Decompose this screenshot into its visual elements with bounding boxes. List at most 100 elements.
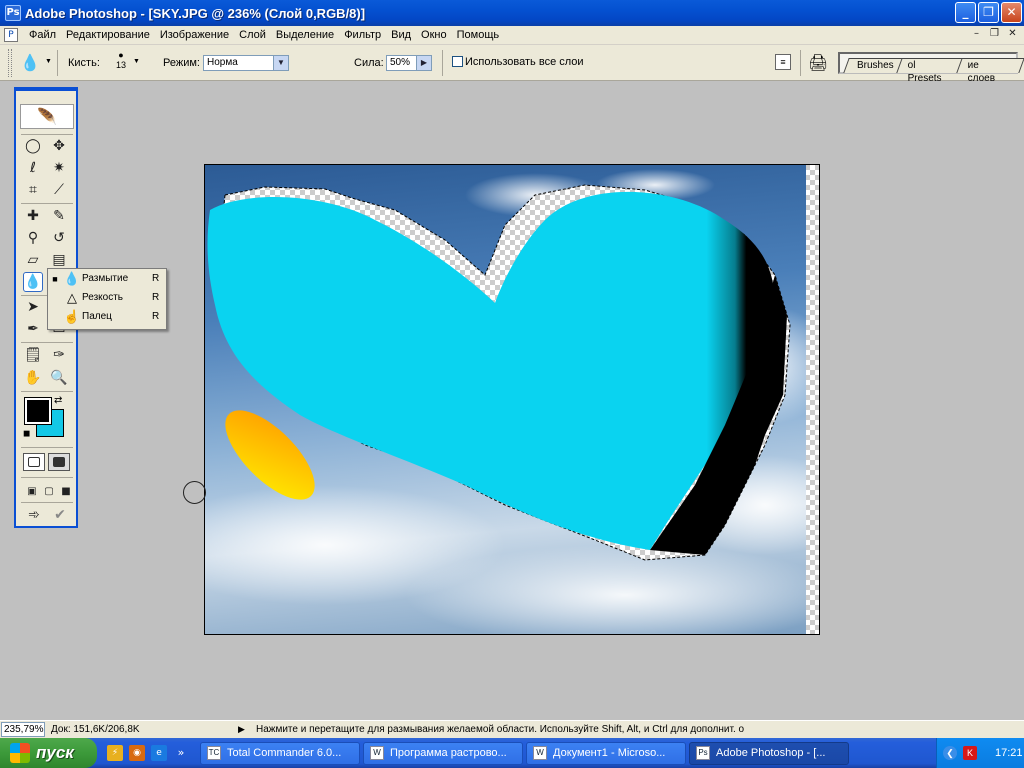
menu-window[interactable]: Окно [416,29,452,41]
task-word-raster[interactable]: W Программа растрово... [363,741,523,765]
gradient-tool-icon[interactable]: ▤ [49,250,69,270]
status-bar: 235,79% Док: 151,6K/206,8K ▶ Нажмите и п… [0,720,1024,738]
flyout-shortcut: R [152,273,160,284]
eyedropper-icon[interactable]: ✑ [49,345,69,365]
slice-tool-icon[interactable]: ⟋ [49,180,69,200]
task-photoshop[interactable]: Ps Adobe Photoshop - [... [689,741,849,765]
chevron-down-icon[interactable]: ▼ [273,56,288,70]
quick-mask-button[interactable] [48,453,70,471]
chevron-right-icon[interactable]: ▶ [416,56,431,70]
brush-preview[interactable]: ● 13 [112,50,130,76]
media-player-icon[interactable]: ◉ [129,745,145,761]
swap-colors-icon[interactable]: ⇄ [54,395,62,406]
strength-label: Сила: [354,57,384,69]
menu-image[interactable]: Изображение [155,29,234,41]
brush-tool-icon[interactable]: ✎ [49,206,69,226]
printer-icon[interactable]: 🖨 [808,53,828,73]
doc-restore-button[interactable]: ❐ [987,28,1002,41]
grip-handle[interactable] [8,49,12,77]
task-word-document1[interactable]: W Документ1 - Microso... [526,741,686,765]
start-button[interactable]: пуск [0,738,97,768]
clock[interactable]: 17:21 [995,747,1023,759]
palette-tab-layer-comps[interactable]: ие слоев [956,57,1024,84]
menu-filter[interactable]: Фильтр [339,29,386,41]
system-tray: ❮ K 17:21 [936,738,1024,768]
foreground-color-swatch[interactable] [24,397,52,425]
screen-mode-full-icon[interactable]: ■ [56,481,76,501]
flyout-shortcut: R [152,311,160,322]
menu-edit[interactable]: Редактирование [61,29,155,41]
menu-bar: P Файл Редактирование Изображение Слой В… [0,26,1024,45]
history-brush-icon[interactable]: ↺ [49,228,69,248]
flyout-item-blur[interactable]: ■ 💧 Размытие R [48,269,166,288]
brush-chevron-icon[interactable]: ▼ [133,58,140,65]
separator [21,134,73,135]
photoshop-feather-icon: Ps [696,746,710,760]
flyout-shortcut: R [152,292,160,303]
edit-in-imageready-icon[interactable]: ✔ [50,505,70,525]
all-layers-checkbox[interactable] [452,56,463,67]
mode-select[interactable]: Норма ▼ [203,55,289,71]
internet-explorer-icon[interactable]: e [151,745,167,761]
window-controls: _ ❐ ✕ [955,2,1022,23]
status-arrow-icon[interactable]: ▶ [238,724,245,735]
magic-wand-icon[interactable]: ✷ [49,158,69,178]
blur-tool-icon[interactable]: 💧 [23,272,43,292]
menu-help[interactable]: Помощь [452,29,505,41]
flyout-item-smudge[interactable]: ☝ Палец R [48,307,166,326]
feather-logo-icon[interactable]: 🪶 [20,104,74,129]
task-total-commander[interactable]: TC Total Commander 6.0... [200,741,360,765]
default-colors-icon[interactable]: ◼ [23,429,30,439]
hand-tool-icon[interactable]: ✋ [23,368,43,388]
task-label: Total Commander 6.0... [227,747,342,759]
zoom-field[interactable]: 235,79% [1,722,45,737]
jump-to-imageready-icon[interactable]: ➾ [24,505,44,525]
doc-size[interactable]: Док: 151,6K/206,8K [51,724,140,735]
document-canvas[interactable] [204,164,820,635]
all-layers-label: Использовать все слои [465,56,584,68]
doc-close-button[interactable]: ✕ [1005,28,1020,41]
blur-drop-icon[interactable]: 💧 [20,53,40,73]
document-icon[interactable]: P [4,28,18,42]
strength-field[interactable]: 50% ▶ [386,55,432,71]
menu-file[interactable]: Файл [24,29,61,41]
eraser-tool-icon[interactable]: ▱ [23,250,43,270]
notes-tool-icon[interactable]: 🗒 [23,345,43,365]
menu-layer[interactable]: Слой [234,29,271,41]
tray-expand-icon[interactable]: ❮ [943,746,957,760]
mode-label: Режим: [163,57,200,69]
path-select-icon[interactable]: ➤ [23,297,43,317]
minimize-button[interactable]: _ [955,2,976,23]
tool-preset-chevron-icon[interactable]: ▼ [45,58,52,65]
menu-view[interactable]: Вид [386,29,416,41]
lasso-tool-icon[interactable]: ℓ [23,158,43,178]
maximize-button[interactable]: ❐ [978,2,999,23]
standard-mode-icon [28,457,40,467]
standard-mode-button[interactable] [23,453,45,471]
flyout-item-sharpen[interactable]: △ Резкость R [48,288,166,307]
close-button[interactable]: ✕ [1001,2,1022,23]
doc-minimize-button[interactable]: – [969,28,984,41]
clone-stamp-icon[interactable]: ⚲ [23,228,43,248]
pen-tool-icon[interactable]: ✒ [23,319,43,339]
kaspersky-icon[interactable]: K [963,746,977,760]
total-commander-icon[interactable]: ⚡ [107,745,123,761]
blur-drop-icon: 💧 [63,270,81,286]
title-bar[interactable]: Ps Adobe Photoshop - [SKY.JPG @ 236% (Сл… [0,0,1024,26]
zoom-tool-icon[interactable]: 🔍 [49,368,69,388]
quick-mask-icon [53,457,65,467]
palette-menu-icon[interactable]: ≡ [775,54,791,70]
photoshop-feather-icon[interactable]: Ps [5,5,21,21]
separator [21,391,73,392]
healing-brush-icon[interactable]: ✚ [23,206,43,226]
palette-well: Brushes ol Presets ие слоев [838,52,1024,84]
total-commander-icon: TC [207,746,221,760]
chevron-right-icon[interactable]: » [173,745,189,761]
marquee-tool-icon[interactable]: ◯ [23,136,43,156]
crop-tool-icon[interactable]: ⌗ [23,180,43,200]
canvas-artwork [205,165,819,634]
menu-select[interactable]: Выделение [271,29,339,41]
start-label: пуск [36,743,74,762]
move-tool-icon[interactable]: ✥ [49,136,69,156]
taskbar: пуск ⚡ ◉ e » TC Total Commander 6.0... WП… [0,738,1024,768]
